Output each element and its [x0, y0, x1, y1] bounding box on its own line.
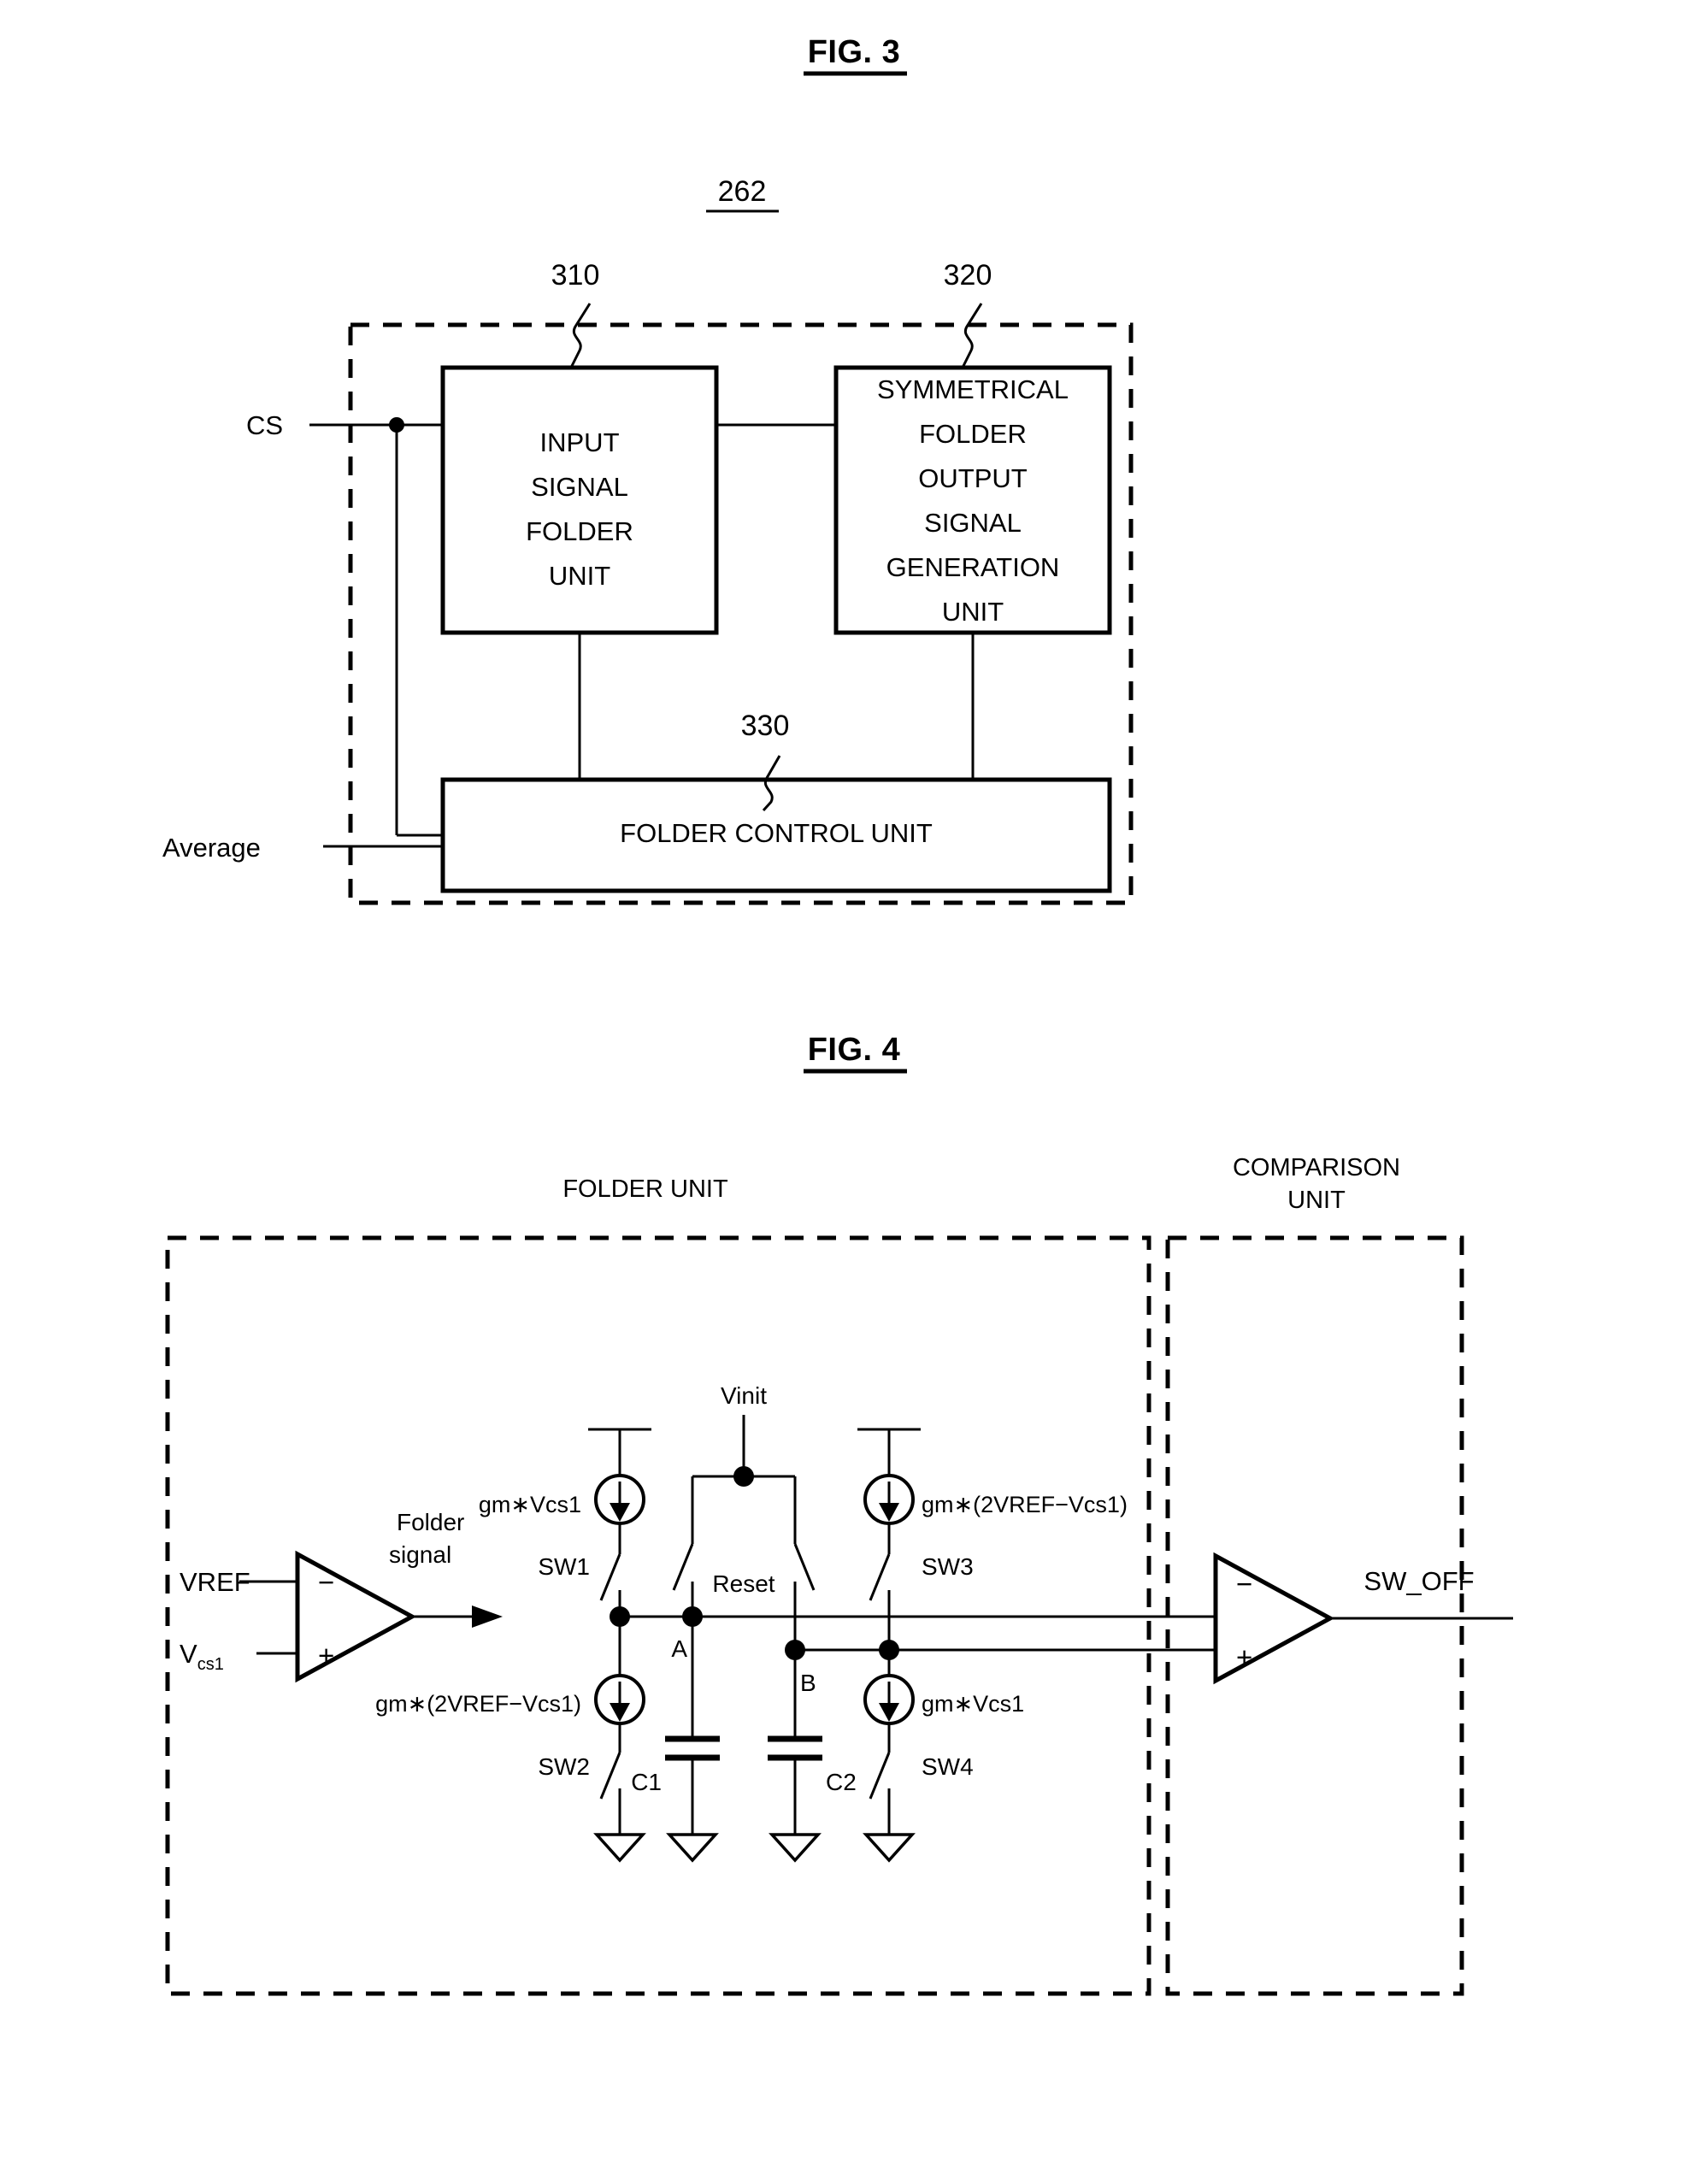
- fig3-sym-gen-line-1: SYMMETRICAL: [877, 374, 1069, 404]
- fig4-amp-minus-sign: −: [318, 1566, 334, 1598]
- fig4-junction-node-a: [682, 1606, 703, 1627]
- figure-3: FIG. 3 262 310 320 330 INPUT SIGNAL FOLD…: [162, 34, 1134, 905]
- fig4-comparison-amplifier: [1213, 1552, 1335, 1685]
- fig4-folder-signal-line2: signal: [389, 1541, 451, 1568]
- fig3-assembly-ref: 262: [718, 175, 767, 208]
- fig3-outer-dashed-boundary: [348, 322, 1134, 905]
- fig3-leader-310: [569, 303, 592, 368]
- fig4-sw4-source-label: gm∗Vcs1: [922, 1691, 1024, 1717]
- fig3-input-label-average: Average: [162, 833, 261, 863]
- fig4-junction-sw3-sw4: [879, 1640, 899, 1660]
- fig4-sw1-switch-label: SW1: [538, 1553, 590, 1580]
- fig4-ground-c2-icon: [769, 1833, 822, 1863]
- fig4-header-comparison-unit-line2: UNIT: [1287, 1187, 1346, 1214]
- fig3-ref-310: 310: [551, 259, 600, 292]
- fig3-sym-gen-line-2: FOLDER: [919, 419, 1027, 449]
- fig4-junction-node-b: [785, 1640, 805, 1660]
- fig4-switch-reset-left-blade[interactable]: [672, 1543, 694, 1591]
- fig4-switch-reset-right-blade[interactable]: [793, 1543, 816, 1591]
- figures-canvas: FIG. 3 262 310 320 330 INPUT SIGNAL FOLD…: [162, 34, 1513, 1996]
- fig3-input-label-cs: CS: [246, 410, 283, 440]
- fig4-branch-sw4: gm∗Vcs1 SW4: [863, 1650, 1024, 1863]
- fig4-comparator-minus-sign: −: [1236, 1568, 1252, 1599]
- fig4-comparator-output-label: SW_OFF: [1363, 1566, 1474, 1596]
- fig3-folder-control-label: FOLDER CONTROL UNIT: [620, 818, 933, 848]
- fig4-capacitor-c2: C2: [768, 1718, 857, 1863]
- fig4-amp-input-vcs1-label: Vcs1: [180, 1639, 224, 1674]
- fig4-comparator-plus-sign: +: [1236, 1641, 1252, 1673]
- fig4-c1-label: C1: [631, 1769, 662, 1795]
- fig4-sw1-source-label: gm∗Vcs1: [479, 1492, 581, 1517]
- fig3-input-folder-line-1: INPUT: [540, 427, 620, 457]
- fig4-comparator: − + SW_OFF: [1213, 1552, 1513, 1685]
- fig3-leader-330: [762, 755, 781, 812]
- fig3-input-folder-line-2: SIGNAL: [531, 472, 628, 502]
- fig4-capacitor-c1: C1: [631, 1718, 720, 1863]
- fig4-branch-reset: Vinit Reset: [672, 1382, 816, 1718]
- fig3-ref-320: 320: [944, 259, 992, 292]
- fig4-switch-sw2-blade[interactable]: [599, 1752, 621, 1800]
- fig4-ground-sw4-icon: [863, 1833, 916, 1863]
- fig4-junction-sw1-sw2: [610, 1606, 630, 1627]
- fig4-node-b-label: B: [800, 1670, 816, 1696]
- fig4-sw2-switch-label: SW2: [538, 1753, 590, 1780]
- fig4-header-folder-unit: FOLDER UNIT: [562, 1175, 728, 1203]
- fig3-block-symmetrical-folder-output-signal-generation-unit: [833, 365, 1112, 635]
- fig4-sw4-switch-label: SW4: [922, 1753, 974, 1780]
- fig3-title: FIG. 3: [808, 34, 901, 70]
- fig4-reset-switch-label: Reset: [712, 1570, 774, 1597]
- fig4-node-a-label: A: [671, 1635, 687, 1662]
- fig4-header-comparison-unit-line1: COMPARISON: [1233, 1154, 1400, 1181]
- drawing-sheet: FIG. 3 262 310 320 330 INPUT SIGNAL FOLD…: [0, 0, 1708, 2168]
- fig4-branch-sw1: gm∗Vcs1 SW1: [479, 1428, 651, 1617]
- fig4-ground-c1-icon: [666, 1833, 719, 1863]
- fig3-sym-gen-line-5: GENERATION: [886, 552, 1060, 582]
- figure-4: FIG. 4 FOLDER UNIT COMPARISON UNIT − + V…: [165, 1032, 1513, 1996]
- fig4-folder-signal-line1: Folder: [397, 1509, 464, 1535]
- fig4-switch-sw3-blade[interactable]: [869, 1553, 891, 1601]
- fig3-sym-gen-line-3: OUTPUT: [918, 463, 1028, 493]
- fig4-switch-sw1-blade[interactable]: [599, 1553, 621, 1601]
- fig4-sw3-source-label: gm∗(2VREF−Vcs1): [922, 1492, 1128, 1517]
- fig4-sw3-switch-label: SW3: [922, 1553, 974, 1580]
- fig3-input-folder-line-3: FOLDER: [526, 516, 633, 546]
- fig4-amp-plus-sign: +: [318, 1640, 334, 1671]
- fig3-sym-gen-line-6: UNIT: [942, 597, 1004, 627]
- fig4-ground-sw2-icon: [593, 1833, 646, 1863]
- fig3-leader-320: [961, 303, 983, 368]
- fig3-ref-330: 330: [741, 710, 790, 742]
- fig4-c2-label: C2: [826, 1769, 857, 1795]
- fig4-branch-sw2: gm∗(2VREF−Vcs1) SW2: [375, 1617, 646, 1863]
- fig4-sw2-source-label: gm∗(2VREF−Vcs1): [375, 1691, 581, 1717]
- fig4-switch-sw4-blade[interactable]: [869, 1752, 891, 1800]
- fig4-vinit-label: Vinit: [721, 1382, 767, 1409]
- fig4-bus-node-a: A: [610, 1606, 1216, 1662]
- fig4-title: FIG. 4: [808, 1032, 901, 1068]
- fig4-folder-amplifier: [295, 1550, 417, 1683]
- fig3-input-folder-line-4: UNIT: [549, 561, 610, 591]
- fig4-folder-signal-arrow-icon: [472, 1605, 503, 1628]
- fig3-sym-gen-line-4: SIGNAL: [924, 508, 1022, 538]
